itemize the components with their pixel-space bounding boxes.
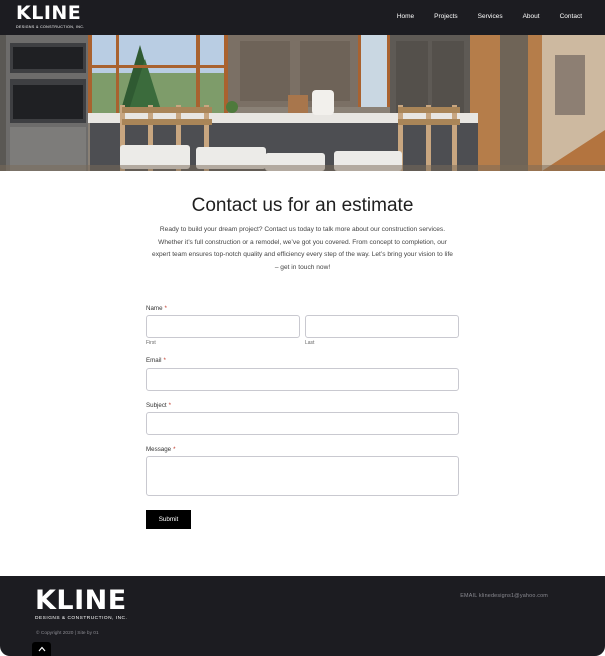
message-label: Message * [146, 446, 176, 453]
required-marker: * [163, 357, 166, 364]
back-to-top-button[interactable] [32, 642, 51, 656]
logo-wordmark: KLINE [16, 2, 82, 24]
required-marker: * [173, 446, 176, 453]
copyright-text: © Copyright 2020 | Site by 01 [36, 631, 99, 636]
footer-email[interactable]: EMAIL klinedesigns1@yahoo.com [460, 593, 548, 599]
email-input[interactable] [146, 368, 459, 391]
last-sublabel: Last [305, 340, 315, 346]
required-marker: * [168, 402, 172, 409]
nav-home[interactable]: Home [397, 13, 414, 20]
submit-button[interactable]: Submit [146, 510, 191, 529]
footer-logo-tagline: DESIGNS & CONSTRUCTION, INC. [35, 616, 128, 621]
first-name-input[interactable] [146, 315, 300, 338]
nav-contact[interactable]: Contact [560, 13, 582, 20]
site-logo[interactable]: KLINE DESIGNS & CONSTRUCTION, INC. [16, 2, 85, 30]
site-footer: KLINE DESIGNS & CONSTRUCTION, INC. © Cop… [0, 576, 605, 656]
message-textarea[interactable] [146, 456, 459, 496]
hero-image [0, 35, 605, 171]
footer-logo-wordmark: KLINE [35, 585, 127, 616]
nav-services[interactable]: Services [478, 13, 503, 20]
name-label-text: Name [146, 305, 163, 312]
kitchen-photo [0, 35, 605, 171]
first-sublabel: First [146, 340, 156, 346]
page-title: Contact us for an estimate [191, 195, 414, 216]
message-label-text: Message [146, 446, 172, 453]
email-label-text: Email [146, 357, 162, 364]
subject-label: Subject * [146, 402, 171, 409]
main-nav: Home Projects Services About Contact [377, 13, 582, 20]
subject-input[interactable] [146, 412, 459, 435]
nav-projects[interactable]: Projects [434, 13, 457, 20]
email-label: Email * [146, 357, 166, 364]
name-label: Name * [146, 305, 167, 312]
site-header: KLINE DESIGNS & CONSTRUCTION, INC. Home … [0, 0, 605, 35]
required-marker: * [164, 305, 167, 312]
last-name-input[interactable] [305, 315, 459, 338]
subject-label-text: Subject [146, 402, 167, 409]
chevron-up-icon [38, 646, 45, 652]
footer-logo[interactable]: KLINE DESIGNS & CONSTRUCTION, INC. [35, 585, 128, 621]
intro-paragraph: Ready to build your dream project? Conta… [152, 226, 453, 271]
logo-tagline: DESIGNS & CONSTRUCTION, INC. [16, 25, 85, 29]
nav-about[interactable]: About [523, 13, 540, 20]
